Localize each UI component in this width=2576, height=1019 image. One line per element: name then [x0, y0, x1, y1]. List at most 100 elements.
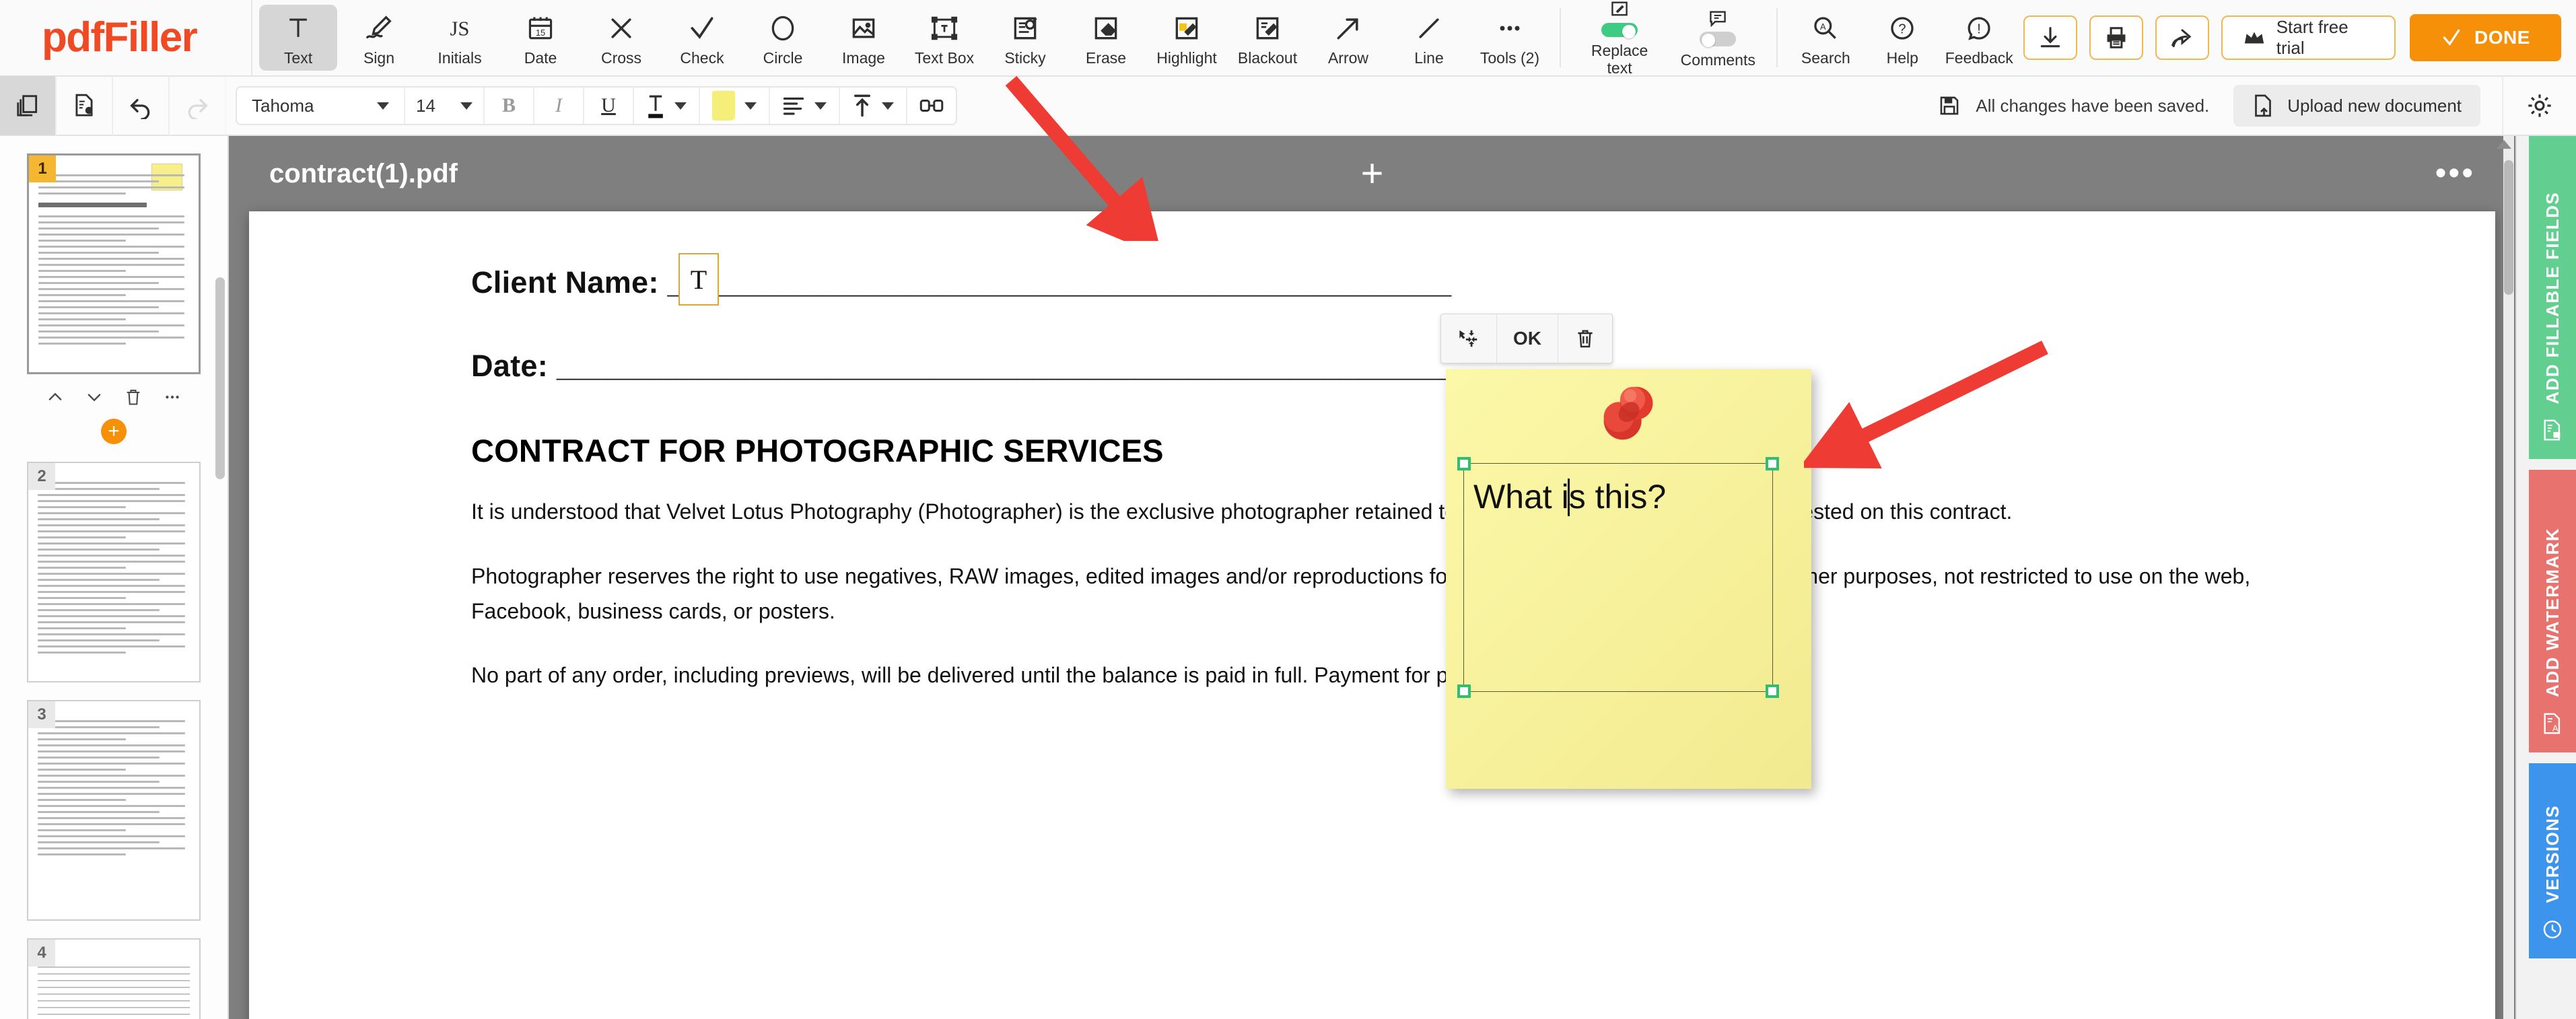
document-page[interactable]: T Client Name: _________________________… [249, 211, 2495, 1019]
calendar-date-icon: 15 [526, 12, 555, 44]
done-button[interactable]: DONE [2410, 14, 2561, 61]
thumbnail-page-image[interactable]: 4 [27, 938, 201, 1019]
start-free-trial-button[interactable]: Start free trial [2221, 15, 2396, 60]
resize-handle-top-right[interactable] [1766, 457, 1779, 470]
tool-highlight[interactable]: Highlight [1148, 5, 1226, 71]
sidebar-tab-add-fillable-fields[interactable]: ADD FILLABLE FIELDS [2529, 136, 2576, 459]
replace-text-switch[interactable] [1601, 22, 1638, 38]
add-document-tab-button[interactable]: + [1361, 154, 1384, 193]
tool-text-box[interactable]: Text Box [905, 5, 983, 71]
comments-switch[interactable] [1700, 32, 1737, 48]
tool-cross[interactable]: Cross [582, 5, 660, 71]
tool-feedback[interactable]: ! Feedback [1942, 5, 2016, 71]
document-settings-button[interactable] [57, 76, 113, 135]
redo-icon [184, 92, 211, 119]
underline-button[interactable]: U [584, 87, 634, 124]
tool-image[interactable]: Image [825, 5, 903, 71]
tool-date[interactable]: 15 Date [501, 5, 580, 71]
resize-handle-top-left[interactable] [1457, 457, 1471, 470]
print-button[interactable] [2089, 15, 2143, 60]
move-page-down-button[interactable] [85, 388, 104, 407]
sticky-delete-button[interactable] [1558, 314, 1612, 363]
svg-text:?: ? [1899, 22, 1906, 36]
text-field-placeholder[interactable]: T [678, 253, 719, 306]
document-scrollbar-thumb[interactable] [2504, 160, 2513, 295]
thumbnail-page-3[interactable]: 3 [27, 700, 201, 921]
tool-label: Blackout [1237, 48, 1298, 67]
undo-button[interactable] [113, 76, 170, 135]
resize-handle-bottom-left[interactable] [1457, 684, 1471, 698]
settings-button[interactable] [2502, 76, 2576, 135]
blackout-icon [1253, 12, 1282, 44]
tool-text[interactable]: Text [259, 5, 337, 71]
svg-text:!: ! [1977, 22, 1981, 36]
comment-icon [1700, 10, 1737, 48]
text-color-button[interactable] [634, 87, 700, 124]
font-size-select[interactable]: 14 [405, 87, 485, 124]
sticky-note-object[interactable]: OK What is this? [1440, 314, 1811, 789]
share-button[interactable] [2155, 15, 2209, 60]
app-logo[interactable]: pdfFiller [0, 0, 252, 75]
contract-paragraph: Photographer reserves the right to use n… [471, 563, 2251, 623]
vertical-align-button[interactable] [840, 87, 907, 124]
tool-more-tools[interactable]: Tools (2) [1471, 5, 1549, 71]
thumbnail-page-image[interactable]: 3 [27, 700, 201, 921]
tool-blackout[interactable]: Blackout [1228, 5, 1307, 71]
tool-help[interactable]: ? Help [1865, 5, 1939, 71]
tool-label: Date [524, 48, 557, 67]
format-toolbar: Tahoma 14 B I U All changes have been sa… [0, 76, 2576, 136]
tool-label: Highlight [1156, 48, 1217, 67]
toggle-comments[interactable]: Comments [1670, 5, 1766, 71]
tool-label: Cross [600, 48, 642, 67]
sticky-note-text-field[interactable]: What is this? [1457, 457, 1779, 698]
sticky-ok-button[interactable]: OK [1497, 314, 1558, 363]
bold-button[interactable]: B [485, 87, 534, 124]
document-scrollbar[interactable] [2503, 136, 2514, 1019]
download-button[interactable] [2023, 15, 2078, 60]
move-page-up-button[interactable] [46, 388, 65, 407]
tool-sticky[interactable]: Sticky [986, 5, 1064, 71]
tool-search[interactable]: A Search [1788, 5, 1863, 71]
delete-page-button[interactable] [124, 388, 143, 407]
tool-check[interactable]: Check [663, 5, 741, 71]
tool-initials[interactable]: JS Initials [421, 5, 499, 71]
tool-erase[interactable]: Erase [1067, 5, 1145, 71]
thumbnail-content [38, 720, 190, 859]
text-align-button[interactable] [770, 87, 840, 124]
insert-link-button[interactable] [907, 87, 956, 124]
sticky-note[interactable]: What is this? [1446, 369, 1811, 789]
page-more-options-button[interactable] [163, 388, 182, 407]
client-name-line: Client Name: ___________________________… [471, 265, 1452, 300]
thumbnail-scrollbar[interactable] [215, 277, 225, 479]
date-line: Date: __________________________________… [471, 349, 1545, 383]
contract-paragraph: It is understood that Velvet Lotus Photo… [471, 499, 2013, 524]
sidebar-tab-versions[interactable]: VERSIONS [2529, 763, 2576, 958]
thumbnail-page-2[interactable]: 2 [27, 462, 201, 682]
thumbnail-page-4[interactable]: 4 [27, 938, 201, 1019]
sidebar-tab-add-watermark[interactable]: A ADD WATERMARK [2529, 470, 2576, 752]
resize-handle-bottom-right[interactable] [1766, 684, 1779, 698]
thumbnail-content [38, 174, 189, 349]
italic-button[interactable]: I [534, 87, 584, 124]
add-page-button[interactable]: + [101, 419, 127, 444]
document-more-options-button[interactable]: ••• [2435, 157, 2475, 190]
crown-icon [2243, 28, 2266, 48]
thumbnail-page-image[interactable]: 2 [27, 462, 201, 682]
fill-color-button[interactable] [700, 87, 770, 124]
tool-sign[interactable]: Sign [340, 5, 418, 71]
tool-line[interactable]: Line [1390, 5, 1468, 71]
thumbnail-page-image[interactable]: 1 [27, 153, 201, 374]
scroll-up-arrow[interactable] [2497, 140, 2511, 149]
tool-circle[interactable]: Circle [744, 5, 822, 71]
toggle-label: Comments [1680, 50, 1755, 69]
redo-button[interactable] [170, 76, 226, 135]
sidebar-tab-label: VERSIONS [2542, 805, 2563, 903]
upload-new-document-button[interactable]: Upload new document [2233, 85, 2480, 127]
pages-panel-button[interactable] [0, 76, 57, 135]
sticky-move-button[interactable] [1441, 314, 1497, 363]
clock-history-icon [2541, 918, 2564, 941]
thumbnail-page-1[interactable]: 1 + [27, 153, 201, 444]
toggle-replace-text[interactable]: Replace text [1572, 1, 1667, 77]
font-family-select[interactable]: Tahoma [237, 87, 405, 124]
tool-arrow[interactable]: Arrow [1309, 5, 1387, 71]
